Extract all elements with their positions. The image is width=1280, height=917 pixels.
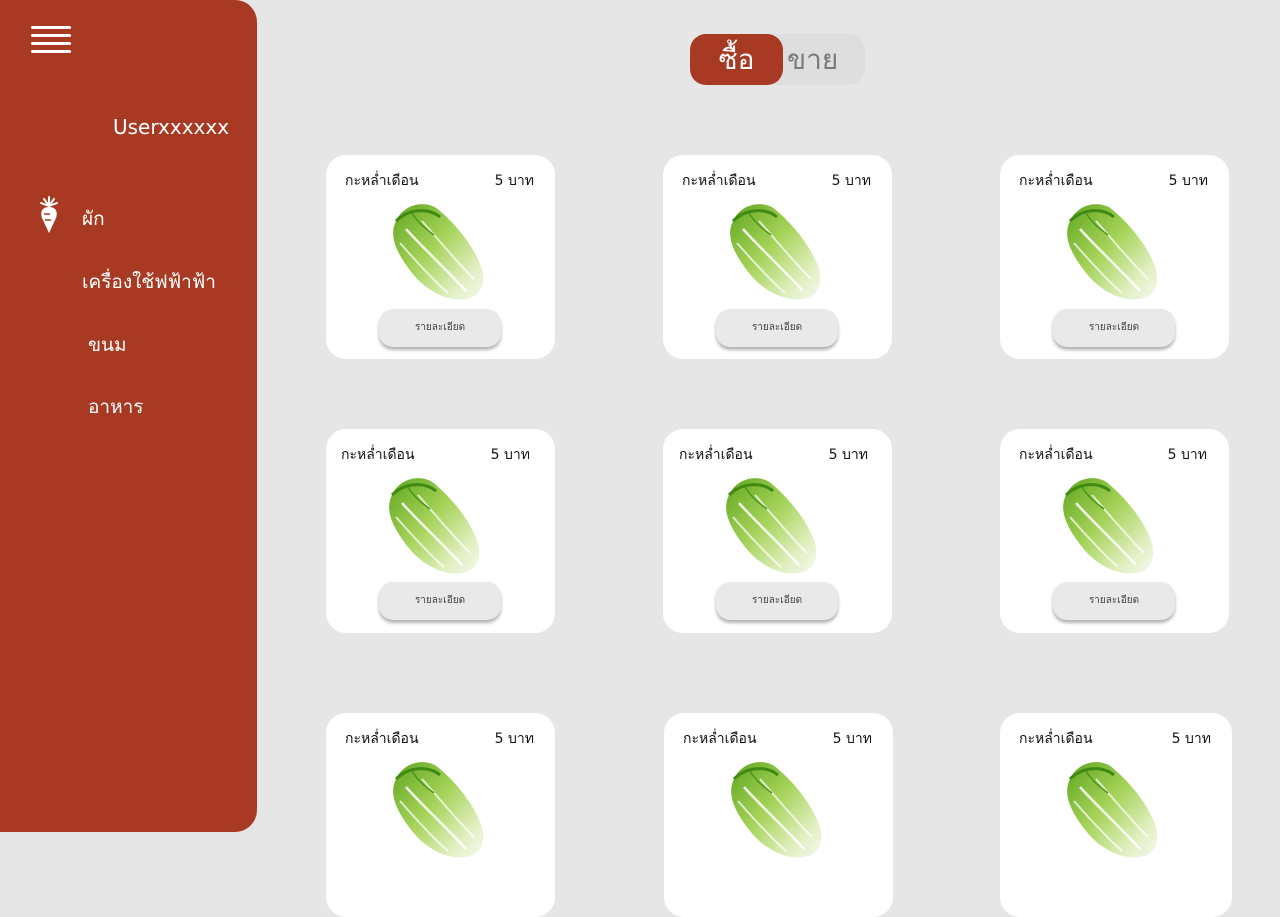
product-name: กะหล่ำเดือน — [679, 447, 753, 463]
details-button[interactable]: รายละเอียด — [716, 309, 838, 347]
details-button[interactable]: รายละเอียด — [716, 582, 838, 620]
details-button[interactable]: รายละเอียด — [1053, 309, 1175, 347]
product-name: กะหล่ำเดือน — [345, 731, 419, 747]
category-vegetables[interactable]: ผัก — [82, 204, 105, 234]
product-card: กะหล่ำเดือน 5 บาท รายละเอียด — [326, 429, 555, 633]
product-name: กะหล่ำเดือน — [1019, 731, 1093, 747]
product-price: 5 บาท — [831, 173, 871, 189]
product-price: 5 บาท — [1171, 731, 1211, 747]
cabbage-image — [382, 757, 492, 861]
cabbage-image — [382, 199, 492, 303]
product-name: กะหล่ำเดือน — [1019, 447, 1093, 463]
sell-tab[interactable]: ขาย — [783, 34, 865, 85]
details-button[interactable]: รายละเอียด — [379, 309, 501, 347]
product-name: กะหล่ำเดือน — [683, 731, 757, 747]
buy-sell-toggle: ซื้อ ขาย — [690, 34, 865, 85]
product-card: กะหล่ำเดือน 5 บาท — [326, 713, 555, 917]
product-price: 5 บาท — [494, 173, 534, 189]
buy-tab[interactable]: ซื้อ — [690, 34, 783, 85]
product-name: กะหล่ำเดือน — [682, 173, 756, 189]
cabbage-image — [1056, 199, 1166, 303]
category-snacks[interactable]: ขนม — [88, 330, 127, 360]
cabbage-image — [1052, 473, 1162, 577]
username: Userxxxxxx — [113, 115, 230, 139]
product-name: กะหล่ำเดือน — [341, 447, 415, 463]
product-card: กะหล่ำเดือน 5 บาท รายละเอียด — [326, 155, 555, 359]
details-button[interactable]: รายละเอียด — [379, 582, 501, 620]
product-price: 5 บาท — [832, 731, 872, 747]
product-card: กะหล่ำเดือน 5 บาท รายละเอียด — [1000, 429, 1229, 633]
product-card: กะหล่ำเดือน 5 บาท — [1000, 713, 1232, 917]
product-card: กะหล่ำเดือน 5 บาท รายละเอียด — [663, 155, 892, 359]
product-name: กะหล่ำเดือน — [345, 173, 419, 189]
carrot-icon — [40, 196, 58, 233]
product-card: กะหล่ำเดือน 5 บาท รายละเอียด — [663, 429, 892, 633]
product-name: กะหล่ำเดือน — [1019, 173, 1093, 189]
product-card: กะหล่ำเดือน 5 บาท รายละเอียด — [1000, 155, 1229, 359]
cabbage-image — [720, 757, 830, 861]
product-price: 5 บาท — [494, 731, 534, 747]
product-price: 5 บาท — [828, 447, 868, 463]
product-card: กะหล่ำเดือน 5 บาท — [664, 713, 893, 917]
category-food[interactable]: อาหาร — [88, 392, 143, 422]
product-price: 5 บาท — [1168, 173, 1208, 189]
sidebar: Userxxxxxx ผัก เครื่องใช้ฟฟ้าฟ้า ขนม อาห… — [0, 0, 257, 832]
category-appliances[interactable]: เครื่องใช้ฟฟ้าฟ้า — [82, 267, 216, 297]
cabbage-image — [719, 199, 829, 303]
details-button[interactable]: รายละเอียด — [1053, 582, 1175, 620]
cabbage-image — [715, 473, 825, 577]
hamburger-menu-icon[interactable] — [31, 26, 71, 54]
product-price: 5 บาท — [490, 447, 530, 463]
cabbage-image — [1056, 757, 1166, 861]
cabbage-image — [378, 473, 488, 577]
product-price: 5 บาท — [1167, 447, 1207, 463]
